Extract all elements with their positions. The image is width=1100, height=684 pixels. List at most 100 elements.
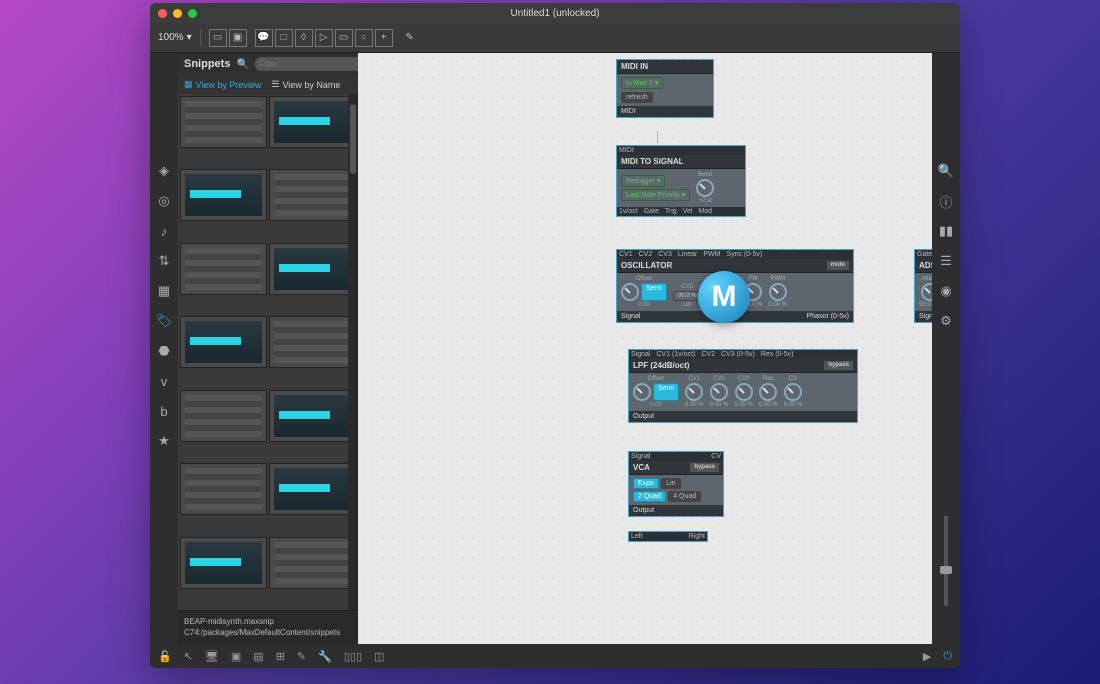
close-icon[interactable] [158, 9, 167, 18]
object-tool-button[interactable]: □ [275, 29, 293, 47]
select-icon[interactable]: ↖ [184, 650, 193, 663]
snippet-thumb[interactable] [269, 316, 356, 368]
max-logo-icon: M [698, 271, 750, 323]
snippets-title: Snippets [184, 58, 230, 70]
bypass-button[interactable]: bypass [824, 361, 853, 370]
info-icon[interactable]: ⓘ [938, 193, 954, 209]
traffic-lights [158, 9, 197, 18]
snippet-path: C74:/packages/MaxDefaultContent/snippets [184, 628, 352, 638]
snippet-thumb[interactable] [269, 537, 356, 589]
play-tool-button[interactable]: ▷ [315, 29, 333, 47]
volume-fader[interactable] [944, 516, 948, 606]
piano-icon[interactable]: ▯▯▯ [344, 650, 362, 663]
play-icon[interactable]: ▶ [923, 650, 931, 663]
outlet-label: MIDI [621, 108, 636, 115]
view-by-name-tab[interactable]: ☰ View by Name [271, 79, 340, 90]
snippet-thumb[interactable] [269, 390, 356, 442]
letter-b-icon[interactable]: b [156, 403, 172, 419]
number-tool-button[interactable]: ▭ [335, 29, 353, 47]
letter-v-icon[interactable]: v [156, 373, 172, 389]
lin-button[interactable]: Lin [661, 478, 680, 489]
snippet-thumb[interactable] [269, 243, 356, 295]
align-icon[interactable]: ▤ [253, 650, 263, 663]
record-icon[interactable]: ◎ [156, 193, 172, 209]
star-icon[interactable]: ★ [156, 433, 172, 449]
offset-knob[interactable] [633, 383, 651, 401]
snippet-thumb[interactable] [180, 463, 267, 515]
bend-knob[interactable] [696, 179, 714, 197]
magnet-icon[interactable]: ✎ [297, 650, 306, 663]
node-vca[interactable]: Signal CV VCA bypass Expo Lin 2 Quad 4 Q… [628, 451, 724, 517]
cv1-knob[interactable] [685, 383, 703, 401]
view-by-preview-tab[interactable]: ▦ View by Preview [184, 79, 261, 90]
presentation-view-button[interactable]: ▣ [229, 29, 247, 47]
search-icon[interactable]: 🔍 [938, 163, 954, 179]
bang-tool-button[interactable]: ○ [355, 29, 373, 47]
cube-icon[interactable]: ◈ [156, 163, 172, 179]
snippets-footer: BEAP-midisynth.maxsnip C74:/packages/Max… [178, 610, 358, 644]
paint-icon[interactable]: ✎ [401, 29, 419, 47]
keyboard-icon[interactable]: ♪ [156, 223, 172, 239]
search-icon: 🔍 [236, 59, 248, 70]
plug-icon[interactable]: ⬣ [156, 343, 172, 359]
power-icon[interactable]: ⏻ [943, 650, 952, 663]
midi-device-dropdown[interactable]: to Max 1 ▾ [621, 77, 663, 89]
sliders-icon[interactable]: ⚙ [938, 313, 954, 329]
display-icon[interactable]: 🖥 [205, 650, 219, 663]
semi-button[interactable]: Semi [641, 283, 667, 301]
four-quad-button[interactable]: 4 Quad [668, 491, 701, 502]
snippet-thumb[interactable] [269, 169, 356, 221]
scope-icon[interactable]: ◫ [374, 650, 384, 663]
zoom-control[interactable]: 100% ▾ [158, 32, 192, 43]
message-tool-button[interactable]: ◊ [295, 29, 313, 47]
image-icon[interactable]: ▦ [156, 283, 172, 299]
snippet-thumb[interactable] [269, 96, 356, 148]
layers-icon[interactable]: ▣ [231, 650, 241, 663]
comment-tool-button[interactable]: 💬 [255, 29, 273, 47]
node-title: VCA [633, 463, 650, 472]
patch-canvas[interactable]: MIDI IN to Max 1 ▾ refresh MIDI MIDI MID… [358, 53, 932, 644]
snippet-thumb[interactable] [180, 169, 267, 221]
expo-button[interactable]: Expo [633, 478, 659, 489]
snippet-thumb[interactable] [180, 537, 267, 589]
tag-icon[interactable]: 🏷 [156, 313, 172, 329]
camera-icon[interactable]: ◉ [938, 283, 954, 299]
two-quad-button[interactable]: 2 Quad [633, 491, 666, 502]
patcher-view-button[interactable]: ▭ [209, 29, 227, 47]
bypass-button[interactable]: bypass [690, 463, 719, 472]
cv2-knob[interactable] [710, 383, 728, 401]
add-tool-button[interactable]: + [375, 29, 393, 47]
snippet-thumb[interactable] [180, 390, 267, 442]
note-priority-dropdown[interactable]: Last Note Priority ▾ [621, 189, 690, 201]
node-midi-to-signal[interactable]: MIDI MIDI TO SIGNAL Retrigger ▾ Last Not… [616, 145, 746, 217]
snippet-thumb[interactable] [180, 96, 267, 148]
snippets-scrollbar[interactable] [348, 94, 358, 610]
retrigger-dropdown[interactable]: Retrigger ▾ [621, 175, 665, 187]
cv-knob[interactable] [784, 383, 802, 401]
lock-icon[interactable]: 🔓 [158, 650, 172, 663]
snippet-thumb[interactable] [269, 463, 356, 515]
offset-knob[interactable] [621, 283, 639, 301]
body: ◈ ◎ ♪ ⇅ ▦ 🏷 ⬣ v b ★ Snippets 🔍 ▦ View by… [150, 53, 960, 644]
list-icon[interactable]: ☰ [938, 253, 954, 269]
cv3-knob[interactable] [735, 383, 753, 401]
res-knob[interactable] [759, 383, 777, 401]
mute-button[interactable]: mute [827, 261, 849, 270]
minimize-icon[interactable] [173, 9, 182, 18]
snippet-filename: BEAP-midisynth.maxsnip [184, 617, 352, 627]
grid-icon[interactable]: ⊞ [276, 650, 285, 663]
wrench-icon[interactable]: 🔧 [318, 650, 332, 663]
snippet-thumb[interactable] [180, 316, 267, 368]
slider-icon[interactable]: ⇅ [156, 253, 172, 269]
node-midi-in[interactable]: MIDI IN to Max 1 ▾ refresh MIDI [616, 59, 714, 118]
node-lpf[interactable]: Signal CV1 (1v/oct) CV2 CV3 (0-5v) Res (… [628, 349, 858, 423]
semi-button[interactable]: Semi [653, 383, 679, 401]
zoom-value: 100% [158, 32, 184, 43]
pwm-knob[interactable] [769, 283, 787, 301]
refresh-button[interactable]: refresh [621, 92, 653, 103]
snippet-thumb[interactable] [180, 243, 267, 295]
list-icon: ☰ [271, 79, 279, 90]
node-stereo[interactable]: Left Right [628, 531, 708, 542]
zoom-icon[interactable] [188, 9, 197, 18]
inspector-icon[interactable]: ▮▮ [938, 223, 954, 239]
